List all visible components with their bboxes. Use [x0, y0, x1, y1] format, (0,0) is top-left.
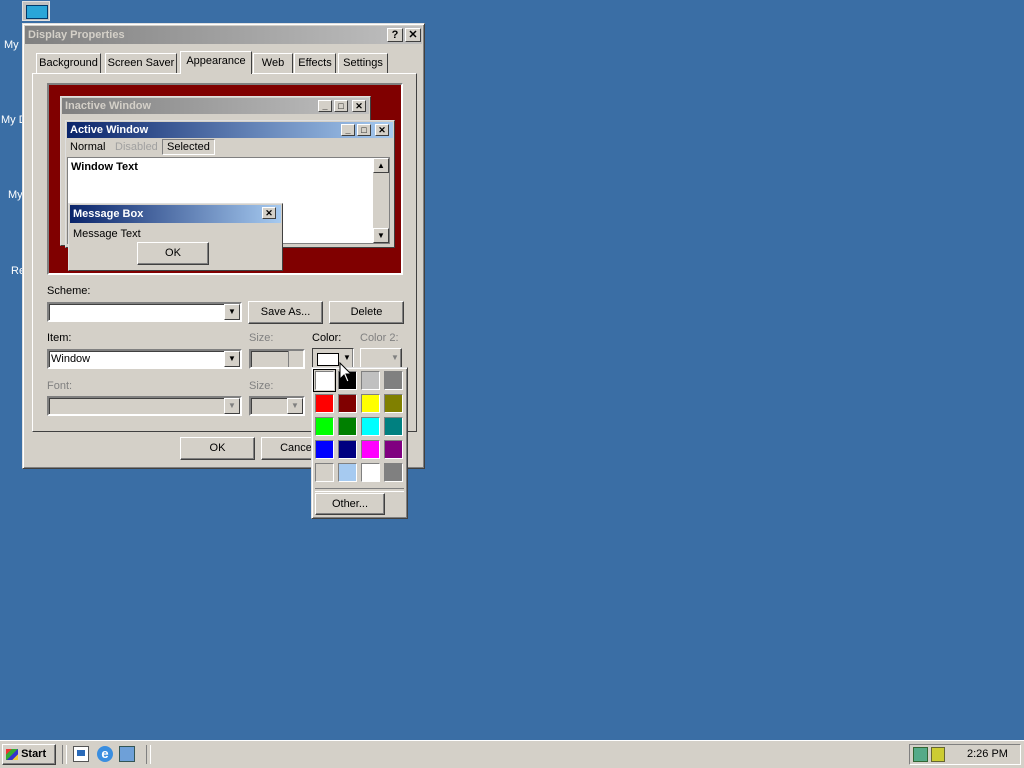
scheme-dropdown[interactable]: ▼	[47, 302, 242, 322]
preview-scrollbar: ▲ ▼	[373, 158, 389, 243]
color-swatch-preview	[317, 353, 339, 366]
system-tray: 2:26 PM	[909, 744, 1021, 765]
taskbar	[0, 740, 1024, 768]
tab-appearance[interactable]: Appearance	[180, 51, 252, 74]
color-swatch[interactable]	[315, 417, 334, 436]
ok-button[interactable]: OK	[180, 437, 255, 460]
color-label: Color:	[312, 332, 342, 344]
chevron-down-icon: ▼	[224, 398, 240, 414]
windows-logo-icon	[6, 748, 18, 760]
preview-message-title: Message Box	[70, 205, 281, 223]
font-size-dropdown: ▼	[249, 396, 305, 416]
close-button[interactable]: ✕	[405, 28, 421, 42]
save-as-button[interactable]: Save As...	[248, 301, 323, 324]
clock[interactable]: 2:26 PM	[967, 748, 1008, 760]
internet-explorer-icon[interactable]: e	[97, 746, 113, 762]
color-swatch[interactable]	[361, 417, 380, 436]
color-swatch[interactable]	[361, 394, 380, 413]
item-dropdown[interactable]: Window ▼	[47, 349, 242, 369]
item-label: Item:	[47, 332, 72, 344]
delete-button[interactable]: Delete	[329, 301, 404, 324]
color-swatch[interactable]	[384, 394, 403, 413]
color-swatch[interactable]	[315, 440, 334, 459]
scroll-down-icon: ▼	[373, 228, 389, 243]
item-size-spinner	[249, 349, 305, 369]
chevron-down-icon[interactable]: ▼	[224, 304, 240, 320]
color-swatch[interactable]	[315, 463, 334, 482]
color-swatch[interactable]	[384, 417, 403, 436]
tab-background[interactable]: Background	[36, 53, 101, 73]
preview-message-box[interactable]: Message Box ✕ Message Text OK	[68, 203, 283, 271]
preview-close-icon: ✕	[352, 100, 366, 112]
color-swatch[interactable]	[361, 463, 380, 482]
my-computer-icon[interactable]	[22, 1, 50, 21]
color-swatch[interactable]	[338, 440, 357, 459]
desktop-icon-label-3[interactable]: My	[8, 189, 23, 201]
color-swatch[interactable]	[384, 440, 403, 459]
chevron-down-icon: ▼	[287, 398, 303, 414]
help-button[interactable]: ?	[387, 28, 403, 42]
preview-window-text: Window Text	[71, 161, 138, 173]
preview-menu-selected: Selected	[162, 139, 215, 155]
color-swatch[interactable]	[313, 369, 336, 392]
color-palette-popup: Other...	[311, 367, 408, 519]
chevron-down-icon: ▼	[343, 353, 351, 362]
color-swatch[interactable]	[361, 440, 380, 459]
font-size-label: Size:	[249, 380, 274, 392]
preview-active-close-icon: ✕	[375, 124, 389, 136]
color2-label: Color 2:	[360, 332, 399, 344]
start-button[interactable]: Start	[2, 744, 56, 765]
color-swatch[interactable]	[384, 371, 403, 390]
outlook-express-icon[interactable]	[119, 746, 135, 762]
tab-settings[interactable]: Settings	[338, 53, 388, 73]
font-label: Font:	[47, 380, 73, 392]
preview-message-close-icon: ✕	[262, 207, 276, 219]
taskbar-separator	[146, 745, 151, 764]
appearance-preview[interactable]: Inactive Window _ □ ✕ Active Window _ □ …	[47, 83, 403, 275]
palette-divider	[315, 488, 404, 492]
tab-web[interactable]: Web	[253, 53, 293, 73]
color-swatch[interactable]	[384, 463, 403, 482]
preview-active-minimize-icon: _	[341, 124, 355, 136]
tab-effects[interactable]: Effects	[294, 53, 336, 73]
volume-icon[interactable]	[931, 747, 945, 762]
preview-active-maximize-icon: □	[357, 124, 371, 136]
color-swatch[interactable]	[315, 394, 334, 413]
desktop-icon-label-1[interactable]: My	[4, 39, 19, 51]
chevron-down-icon: ▼	[391, 353, 399, 362]
color-swatch[interactable]	[361, 371, 380, 390]
preview-minimize-icon: _	[318, 100, 332, 112]
tab-screen-saver[interactable]: Screen Saver	[105, 53, 177, 73]
quicklaunch-handle	[62, 745, 67, 764]
item-value: Window	[51, 353, 91, 365]
preview-menu-normal: Normal	[70, 141, 106, 153]
color-swatch[interactable]	[338, 394, 357, 413]
other-color-button[interactable]: Other...	[315, 493, 385, 515]
start-label: Start	[21, 748, 47, 760]
mouse-cursor-icon	[339, 362, 353, 383]
preview-message-ok-button: OK	[137, 242, 209, 265]
color-swatch[interactable]	[338, 463, 357, 482]
show-desktop-icon[interactable]	[73, 746, 89, 762]
spinner-arrows-icon	[288, 351, 303, 367]
scroll-up-icon: ▲	[373, 158, 389, 173]
size-label: Size:	[249, 332, 274, 344]
preview-message-text: Message Text	[73, 228, 141, 240]
font-dropdown: ▼	[47, 396, 242, 416]
window-titlebar[interactable]: Display Properties	[25, 26, 422, 44]
scheme-label: Scheme:	[47, 285, 91, 297]
preview-maximize-icon: □	[334, 100, 348, 112]
color-swatch[interactable]	[338, 417, 357, 436]
window-title: Display Properties	[28, 29, 125, 41]
network-icon[interactable]	[913, 747, 928, 762]
palette-grid	[313, 369, 405, 486]
chevron-down-icon[interactable]: ▼	[224, 351, 240, 367]
preview-menu-disabled: Disabled	[115, 141, 158, 153]
